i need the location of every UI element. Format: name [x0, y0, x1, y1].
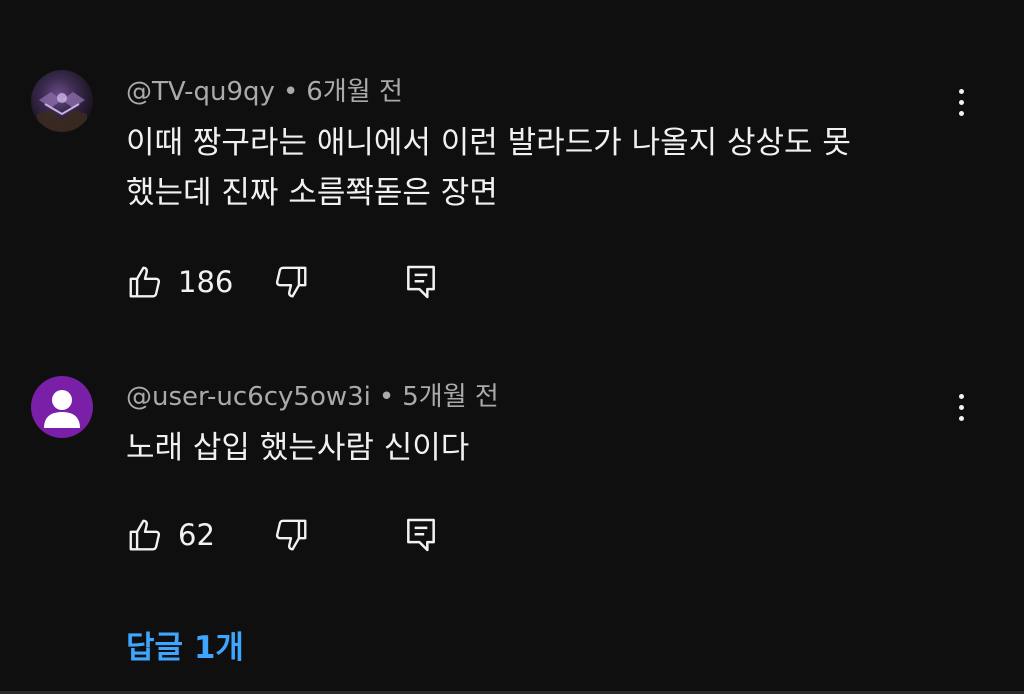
thumbs-up-icon — [129, 266, 161, 298]
author-handle[interactable]: @TV-qu9qy — [126, 77, 275, 107]
reply-button[interactable] — [402, 515, 440, 555]
comment-menu-button[interactable] — [946, 82, 976, 122]
like-button[interactable]: 62 — [126, 515, 215, 555]
like-count: 62 — [178, 518, 215, 552]
avatar-image — [37, 92, 87, 132]
comment-time[interactable]: 5개월 전 — [402, 382, 499, 412]
comment-text-line: 노래 삽입 했는사람 신이다 — [126, 430, 470, 466]
comment-meta: @TV-qu9qy • 6개월 전 — [126, 75, 403, 109]
reply-comment-icon — [407, 265, 435, 299]
like-button[interactable]: 186 — [126, 262, 233, 302]
thumbs-up-icon — [129, 519, 161, 551]
meta-separator: • — [378, 382, 395, 412]
avatar[interactable] — [31, 376, 93, 438]
reply-button[interactable] — [402, 262, 440, 302]
more-vert-icon — [958, 393, 964, 399]
comment-text: 이때 짱구라는 애니에서 이런 발라드가 나올지 상상도 못 했는데 진짜 소름… — [126, 118, 946, 218]
avatar[interactable] — [31, 70, 93, 132]
thumbs-down-icon — [275, 266, 307, 298]
reply-comment-icon — [407, 518, 435, 552]
view-replies-button[interactable]: 답글 1개 — [126, 626, 244, 670]
comment-text-line: 했는데 진짜 소름쫙돋은 장면 — [126, 175, 498, 211]
author-handle[interactable]: @user-uc6cy5ow3i — [126, 382, 371, 412]
thumbs-down-icon — [275, 519, 307, 551]
comment-text-line: 이때 짱구라는 애니에서 이런 발라드가 나올지 상상도 못 — [126, 125, 851, 161]
comment-menu-button[interactable] — [946, 387, 976, 427]
more-vert-icon — [958, 88, 964, 94]
comment-text: 노래 삽입 했는사람 신이다 — [126, 423, 946, 473]
dislike-button[interactable] — [272, 515, 310, 555]
default-person-icon — [44, 390, 80, 428]
meta-separator: • — [282, 77, 299, 107]
like-count: 186 — [178, 265, 234, 299]
dislike-button[interactable] — [272, 262, 310, 302]
comment-meta: @user-uc6cy5ow3i • 5개월 전 — [126, 380, 499, 414]
comment-time[interactable]: 6개월 전 — [306, 77, 403, 107]
